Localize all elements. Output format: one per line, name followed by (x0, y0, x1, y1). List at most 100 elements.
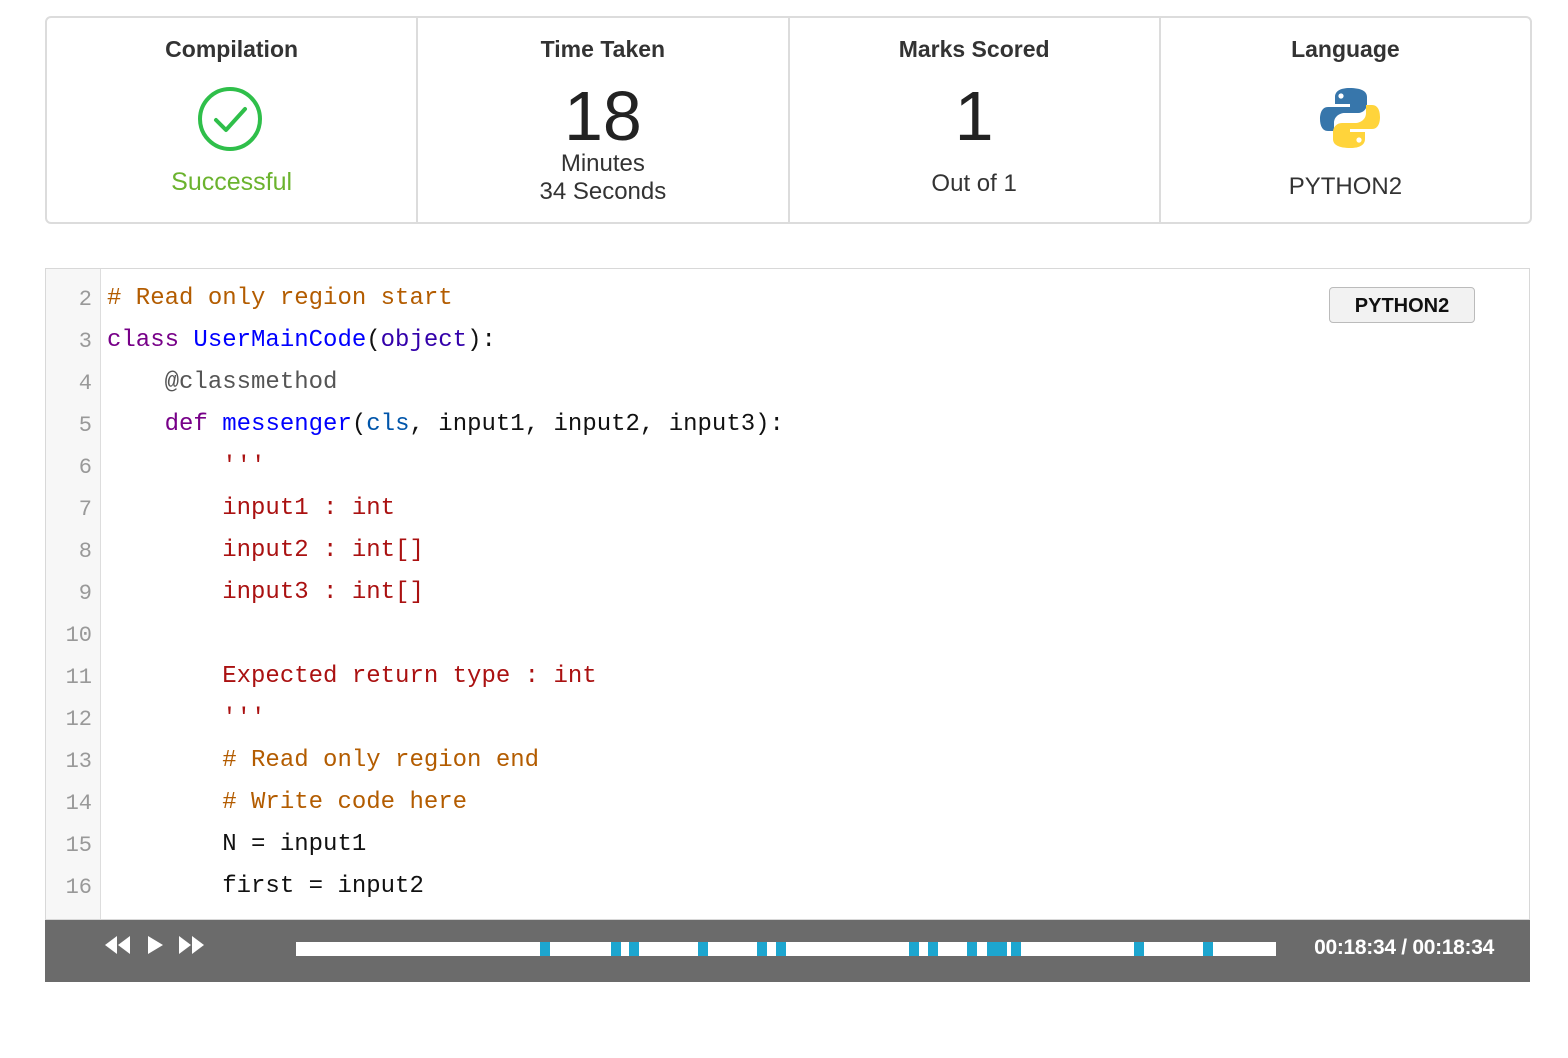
code-token: ( (366, 327, 381, 354)
language-title: Language (1291, 36, 1400, 62)
marks-title: Marks Scored (898, 36, 1050, 62)
timeline-event-mark[interactable] (698, 942, 708, 956)
code-token: cls (366, 411, 410, 438)
code-token: Expected return type : int (222, 663, 597, 690)
timeline-event-mark[interactable] (1011, 942, 1021, 956)
code-token: messenger (222, 411, 352, 438)
timeline-event-mark[interactable] (997, 942, 1007, 956)
code-token: input2 : int[] (222, 537, 424, 564)
code-token: ''' (222, 705, 266, 732)
timeline-event-mark[interactable] (629, 942, 639, 956)
code-text: Expected return type : int (107, 663, 597, 690)
code-token: class (107, 327, 180, 354)
code-token: object (380, 327, 468, 354)
code-token: first = input2 (107, 873, 424, 900)
time-taken-card: Time Taken 18 Minutes 34 Seconds (418, 18, 790, 222)
code-token: ( (351, 411, 367, 438)
compilation-card: Compilation Successful (47, 18, 419, 222)
line-number: 15 (65, 833, 92, 858)
code-token: , input1, input2, input3): (409, 411, 784, 438)
line-number: 5 (78, 413, 92, 438)
compilation-status: Successful (171, 168, 293, 196)
timeline-event-mark[interactable] (611, 942, 621, 956)
line-number: 11 (65, 665, 92, 690)
line-number: 1 (46, 269, 92, 270)
time-seconds-label: 34 Seconds (539, 178, 667, 205)
timeline-event-mark[interactable] (909, 942, 919, 956)
code-token: # Read only region end (222, 747, 540, 774)
code-line: 4 @classmethod (46, 363, 1529, 405)
code-line: 8 input2 : int[] (46, 531, 1529, 573)
playback-time: 00:18:34 / 00:18:34 (1314, 936, 1494, 959)
time-taken-title: Time Taken (540, 36, 666, 62)
line-number: 14 (65, 791, 92, 816)
code-text: class UserMainCode(object): (107, 327, 496, 354)
code-line: 2 # Read only region start (46, 279, 1529, 321)
code-line: 14 # Write code here (46, 783, 1529, 825)
code-token: input1 : int (222, 495, 396, 522)
code-text: N = input1 (107, 831, 366, 858)
check-circle-icon (198, 87, 262, 151)
fast-forward-icon[interactable] (178, 934, 206, 956)
rewind-icon[interactable] (103, 934, 131, 956)
code-line: 5 def messenger(cls, input1, input2, inp… (46, 405, 1529, 447)
code-editor[interactable]: 12# Read only region start3class UserMai… (45, 268, 1530, 920)
time-minutes-label: Minutes (560, 150, 645, 177)
timeline-event-mark[interactable] (1203, 942, 1213, 956)
time-minutes-value: 18 (563, 77, 642, 155)
play-icon[interactable] (145, 934, 165, 956)
code-text: input3 : int[] (107, 579, 424, 606)
line-number: 12 (65, 707, 92, 732)
code-token: @classmethod (164, 369, 338, 396)
marks-card: Marks Scored 1 Out of 1 (790, 18, 1161, 222)
timeline-event-mark[interactable] (928, 942, 938, 956)
timeline-event-mark[interactable] (776, 942, 786, 956)
language-badge[interactable]: PYTHON2 (1329, 287, 1475, 323)
code-token: # Read only region start (107, 285, 453, 312)
timeline-event-mark[interactable] (757, 942, 767, 956)
code-text: ''' (107, 453, 265, 480)
code-text: # Read only region start (107, 285, 453, 312)
language-card: Language PYTHON2 (1161, 18, 1530, 222)
code-text: # Write code here (107, 789, 467, 816)
code-line: 1 (46, 269, 1529, 279)
playback-timeline[interactable] (296, 942, 1276, 956)
code-line: 9 input3 : int[] (46, 573, 1529, 615)
code-token: ''' (222, 453, 266, 480)
timeline-event-mark[interactable] (987, 942, 997, 956)
playback-bar: 00:18:34 / 00:18:34 (45, 920, 1530, 982)
timeline-event-mark[interactable] (1134, 942, 1144, 956)
code-token: UserMainCode (193, 327, 367, 354)
line-number: 10 (65, 623, 92, 648)
line-number: 4 (78, 371, 92, 396)
code-token: # Write code here (222, 789, 468, 816)
marks-value: 1 (954, 77, 994, 155)
code-text: first = input2 (107, 873, 424, 900)
code-token: input3 : int[] (222, 579, 424, 606)
line-number: 3 (78, 329, 92, 354)
language-name: PYTHON2 (1288, 173, 1403, 200)
code-line: 15 N = input1 (46, 825, 1529, 867)
timeline-event-mark[interactable] (540, 942, 550, 956)
line-number: 13 (65, 749, 92, 774)
code-text: ''' (107, 705, 265, 732)
compilation-title: Compilation (165, 36, 299, 62)
code-text: @classmethod (107, 369, 338, 396)
code-line: 11 Expected return type : int (46, 657, 1529, 699)
result-summary: Compilation Successful Time Taken 18 Min… (45, 16, 1532, 224)
code-text: input1 : int (107, 495, 395, 522)
timeline-event-mark[interactable] (967, 942, 977, 956)
code-text: # Read only region end (107, 747, 539, 774)
code-text: input2 : int[] (107, 537, 424, 564)
line-number: 16 (65, 875, 92, 900)
